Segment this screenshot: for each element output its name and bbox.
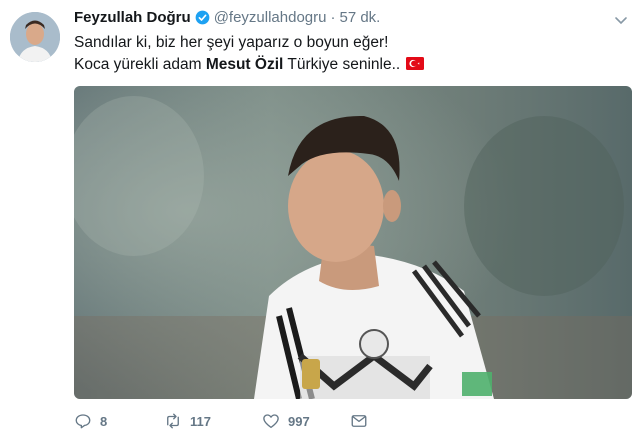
tweet-header: Feyzullah Doğru @feyzullahdogru · 57 dk. (74, 9, 380, 26)
direct-message-button[interactable] (350, 412, 368, 430)
verified-badge-icon (195, 10, 210, 25)
author-name[interactable]: Feyzullah Doğru (74, 9, 191, 26)
direct-message-icon (351, 415, 367, 427)
timestamp[interactable]: 57 dk. (339, 9, 380, 26)
reply-count: 8 (100, 413, 108, 429)
retweet-count: 117 (190, 413, 211, 429)
author-handle[interactable]: @feyzullahdogru (214, 9, 327, 26)
reply-icon (75, 414, 91, 429)
text-segment: Türkiye seninle.. (283, 56, 401, 73)
tweet-text-line-1: Sandılar ki, biz her şeyi yaparız o boyu… (74, 34, 389, 51)
like-button[interactable]: 997 (262, 412, 350, 430)
tweet-text-line-2: Koca yürekli adam Mesut Özil Türkiye sen… (74, 54, 425, 76)
retweet-icon (167, 413, 179, 429)
like-icon (263, 414, 279, 429)
tweet-text: Sandılar ki, biz her şeyi yaparız o boyu… (74, 32, 425, 76)
separator-dot: · (330, 9, 336, 26)
tweet-actions: 8 117 997 (74, 412, 368, 430)
tweet-photo[interactable] (74, 86, 632, 399)
text-segment: Koca yürekli adam (74, 56, 206, 73)
reply-button[interactable]: 8 (74, 412, 164, 430)
mention-name: Mesut Özil (205, 56, 284, 73)
like-count: 997 (288, 413, 310, 429)
retweet-button[interactable]: 117 (164, 412, 262, 430)
turkey-flag-icon (406, 55, 425, 70)
chevron-down-icon[interactable] (614, 13, 628, 27)
avatar[interactable] (10, 12, 60, 62)
